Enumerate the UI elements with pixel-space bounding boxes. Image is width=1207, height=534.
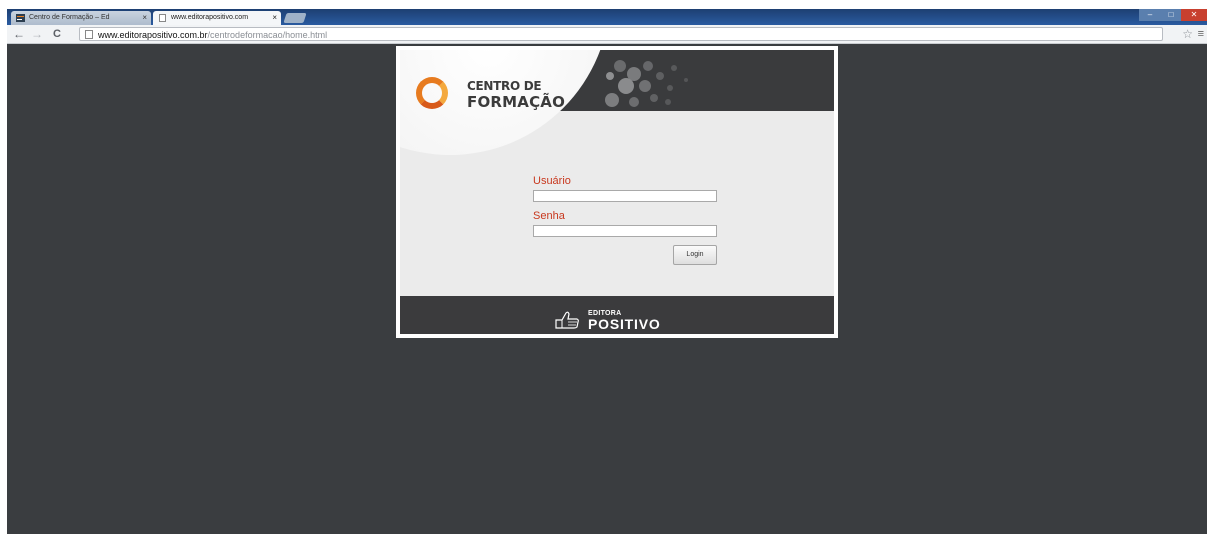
browser-toolbar: ← → C www.editorapositivo.com.br/centrod… — [7, 25, 1207, 44]
url-path: /centrodeformacao/home.html — [207, 30, 328, 40]
minimize-button[interactable]: – — [1139, 9, 1161, 21]
tab-close-icon[interactable]: × — [142, 11, 147, 25]
password-label: Senha — [533, 210, 565, 222]
forward-button[interactable]: → — [31, 26, 43, 42]
menu-icon[interactable]: ≡ — [1198, 27, 1204, 41]
login-panel: CENTRO DE FORMAÇÃO Usuário Senha Login E… — [396, 46, 838, 338]
reload-button[interactable]: C — [53, 26, 61, 42]
thumbs-up-logo-icon — [555, 311, 579, 329]
tab-title: www.editorapositivo.com — [171, 14, 249, 21]
logo-text-line1: CENTRO DE — [467, 79, 542, 93]
login-panel-inner: CENTRO DE FORMAÇÃO Usuário Senha Login E… — [400, 50, 834, 334]
tab-centro-de-formacao[interactable]: Centro de Formação – Ed × — [11, 11, 151, 25]
maximize-button[interactable]: □ — [1161, 9, 1181, 21]
username-label: Usuário — [533, 175, 571, 187]
tab-close-icon[interactable]: × — [272, 11, 277, 25]
site-favicon-icon — [16, 14, 25, 22]
page-icon — [159, 14, 166, 22]
address-bar[interactable]: www.editorapositivo.com.br/centrodeforma… — [79, 27, 1163, 41]
footer-band: EDITORA POSITIVO — [400, 296, 834, 334]
page-icon — [85, 30, 93, 39]
url-host: www.editorapositivo.com.br — [98, 30, 208, 40]
password-input[interactable] — [533, 225, 717, 237]
tab-title: Centro de Formação – Ed — [29, 14, 110, 21]
tab-editora-positivo[interactable]: www.editorapositivo.com × — [153, 11, 281, 25]
bookmark-star-icon[interactable]: ☆ — [1182, 26, 1193, 42]
close-window-button[interactable]: ✕ — [1181, 9, 1207, 21]
username-input[interactable] — [533, 190, 717, 202]
logo-text-line2: FORMAÇÃO — [467, 93, 566, 111]
window-controls: – □ ✕ — [1139, 9, 1207, 21]
bubbles-decoration — [605, 60, 688, 107]
tab-strip: Centro de Formação – Ed × www.editorapos… — [7, 9, 1207, 25]
logo-ring-icon — [416, 77, 448, 109]
login-button[interactable]: Login — [673, 245, 717, 265]
new-tab-button[interactable] — [283, 13, 307, 23]
back-button[interactable]: ← — [13, 26, 25, 42]
footer-brand-big: POSITIVO — [588, 316, 661, 332]
browser-window: Centro de Formação – Ed × www.editorapos… — [7, 9, 1207, 534]
